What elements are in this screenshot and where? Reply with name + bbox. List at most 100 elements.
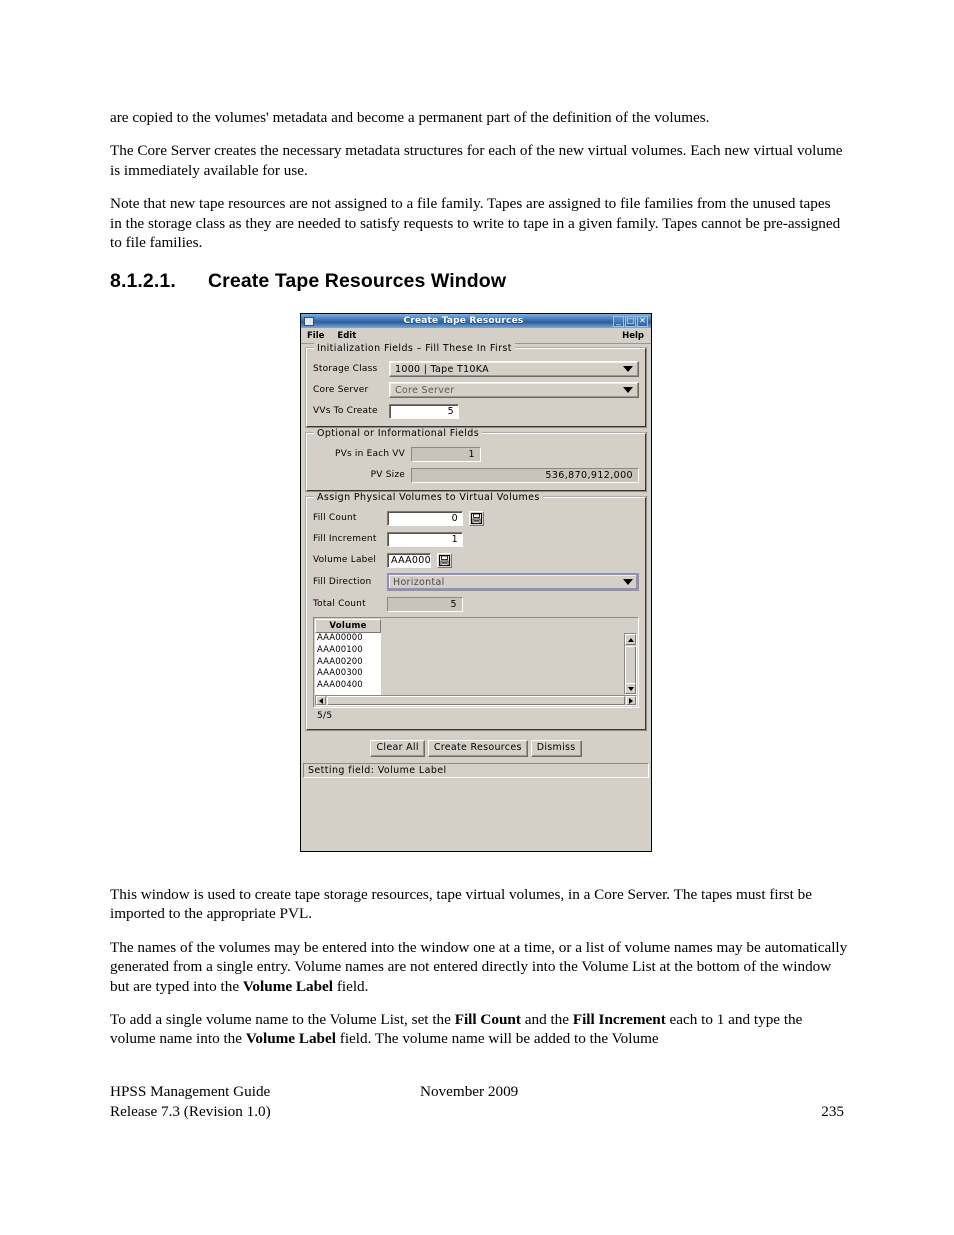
core-server-label: Core Server: [313, 384, 369, 395]
pvs-in-each-vv-row: PVs in Each VV 1: [313, 446, 639, 462]
fill-direction-label: Fill Direction: [313, 576, 372, 587]
fill-count-input[interactable]: 0: [387, 510, 463, 526]
vvs-to-create-input[interactable]: 5: [389, 403, 459, 419]
window-controls: _ □ ✕: [613, 315, 648, 327]
window-titlebar[interactable]: Create Tape Resources _ □ ✕: [301, 314, 651, 328]
initialization-fields-group: Initialization Fields – Fill These In Fi…: [305, 343, 647, 428]
total-count-value: 5: [387, 596, 463, 612]
storage-class-dropdown[interactable]: 1000 | Tape T10KA: [389, 361, 639, 377]
status-bar: Setting field: Volume Label: [303, 763, 649, 778]
chevron-down-icon: [623, 387, 633, 393]
volume-list[interactable]: Volume AAA00000 AAA00100 AAA00200 AAA003…: [313, 617, 639, 708]
scroll-down-button[interactable]: [625, 683, 636, 694]
pvs-in-each-vv-value: 1: [411, 446, 481, 462]
total-count-row: Total Count 5: [313, 596, 639, 612]
footer-release: Release 7.3 (Revision 1.0): [110, 1102, 271, 1120]
menu-edit[interactable]: Edit: [337, 331, 356, 341]
paragraph-2: The Core Server creates the necessary me…: [110, 142, 843, 179]
assign-volumes-legend: Assign Physical Volumes to Virtual Volum…: [314, 492, 543, 503]
fill-direction-value: Horizontal: [393, 576, 445, 588]
fill-count-label: Fill Count: [313, 512, 357, 523]
assign-volumes-group: Assign Physical Volumes to Virtual Volum…: [305, 492, 647, 731]
section-title: Create Tape Resources Window: [208, 270, 507, 292]
volume-count-label: 5/5: [317, 711, 333, 721]
triangle-up-icon: [627, 637, 634, 642]
storage-class-row: Storage Class 1000 | Tape T10KA: [313, 361, 639, 377]
fill-increment-row: Fill Increment 1: [313, 531, 639, 547]
maximize-icon: □: [626, 315, 635, 325]
minimize-button[interactable]: _: [613, 315, 624, 327]
triangle-right-icon: [629, 697, 633, 704]
scroll-left-button[interactable]: [316, 696, 326, 705]
footer-row-1: HPSS Management Guide November 2009: [110, 1082, 844, 1102]
volume-label-input[interactable]: AAA000: [387, 552, 431, 568]
triangle-down-icon: [627, 686, 634, 691]
volume-label-label: Volume Label: [313, 554, 377, 565]
minimize-icon: _: [616, 315, 621, 326]
description-text-block: This window is used to create tape stora…: [110, 885, 848, 1063]
paragraph-4: This window is used to create tape stora…: [110, 886, 812, 923]
maximize-button[interactable]: □: [625, 315, 636, 327]
volume-list-column[interactable]: AAA00000 AAA00100 AAA00200 AAA00300 AAA0…: [315, 633, 381, 695]
volume-list-horizontal-scrollbar[interactable]: [315, 695, 637, 706]
volume-list-vertical-scrollbar[interactable]: [624, 633, 637, 695]
create-tape-resources-window: Create Tape Resources _ □ ✕ File Edit He…: [300, 313, 652, 852]
triangle-left-icon: [319, 697, 323, 704]
volume-label-save-button[interactable]: [437, 552, 452, 568]
menu-file[interactable]: File: [307, 331, 324, 341]
chevron-down-icon: [623, 579, 633, 585]
pv-size-label: PV Size: [370, 469, 405, 480]
menu-help[interactable]: Help: [622, 331, 644, 341]
chevron-down-icon: [623, 366, 633, 372]
vvs-to-create-label: VVs To Create: [313, 405, 378, 416]
paragraph-5: The names of the volumes may be entered …: [110, 938, 848, 995]
screenshot-figure: Create Tape Resources _ □ ✕ File Edit He…: [300, 313, 654, 854]
optional-fields-group: Optional or Informational Fields PVs in …: [305, 428, 647, 492]
fill-count-save-button[interactable]: [469, 510, 484, 526]
window-icon: [304, 316, 314, 326]
storage-class-label: Storage Class: [313, 363, 378, 374]
list-item[interactable]: AAA00200: [315, 657, 381, 669]
footer-guide: HPSS Management Guide: [110, 1083, 271, 1100]
scroll-up-button[interactable]: [625, 634, 636, 645]
vvs-to-create-row: VVs To Create 5: [313, 403, 639, 419]
section-number: 8.1.2.1.: [110, 270, 176, 292]
horizontal-scroll-thumb[interactable]: [327, 696, 625, 705]
paragraph-6: To add a single volume name to the Volum…: [110, 1011, 803, 1048]
section-heading: 8.1.2.1. Create Tape Resources Window: [110, 270, 506, 293]
core-server-row: Core Server Core Server: [313, 382, 639, 398]
pvs-in-each-vv-label: PVs in Each VV: [334, 448, 405, 459]
close-icon: ✕: [639, 315, 646, 325]
paragraph-3: Note that new tape resources are not ass…: [110, 195, 841, 252]
list-item[interactable]: AAA00100: [315, 645, 381, 657]
clear-all-button[interactable]: Clear All: [370, 740, 425, 757]
list-item[interactable]: AAA00000: [315, 633, 381, 645]
close-button[interactable]: ✕: [637, 315, 648, 327]
document-page: are copied to the volumes' metadata and …: [0, 0, 954, 1235]
window-content: Initialization Fields – Fill These In Fi…: [301, 343, 651, 757]
fill-count-row: Fill Count 0: [313, 510, 639, 526]
initialization-fields-legend: Initialization Fields – Fill These In Fi…: [314, 343, 515, 354]
dismiss-button[interactable]: Dismiss: [530, 740, 582, 757]
pv-size-value: 536,870,912,000: [411, 467, 639, 483]
page-footer: HPSS Management Guide November 2009 Rele…: [110, 1082, 844, 1121]
volume-column-header[interactable]: Volume: [315, 619, 381, 633]
menubar: File Edit Help: [301, 328, 651, 344]
intro-text-block: are copied to the volumes' metadata and …: [110, 108, 844, 266]
scroll-right-button[interactable]: [626, 696, 636, 705]
action-buttons: Clear All Create Resources Dismiss: [305, 740, 647, 757]
core-server-dropdown[interactable]: Core Server: [389, 382, 639, 398]
list-item[interactable]: AAA00400: [315, 680, 381, 692]
window-title: Create Tape Resources: [403, 316, 524, 326]
fill-direction-dropdown[interactable]: Horizontal: [387, 573, 639, 591]
fill-increment-input[interactable]: 1: [387, 531, 463, 547]
footer-row-2: Release 7.3 (Revision 1.0) 235: [110, 1102, 844, 1122]
floppy-disk-icon: [439, 554, 450, 566]
storage-class-value: 1000 | Tape T10KA: [395, 363, 489, 375]
total-count-label: Total Count: [313, 598, 366, 609]
footer-date: November 2009: [420, 1083, 519, 1100]
create-resources-button[interactable]: Create Resources: [427, 740, 528, 757]
fill-increment-label: Fill Increment: [313, 533, 377, 544]
optional-fields-legend: Optional or Informational Fields: [314, 428, 483, 439]
list-item[interactable]: AAA00300: [315, 668, 381, 680]
